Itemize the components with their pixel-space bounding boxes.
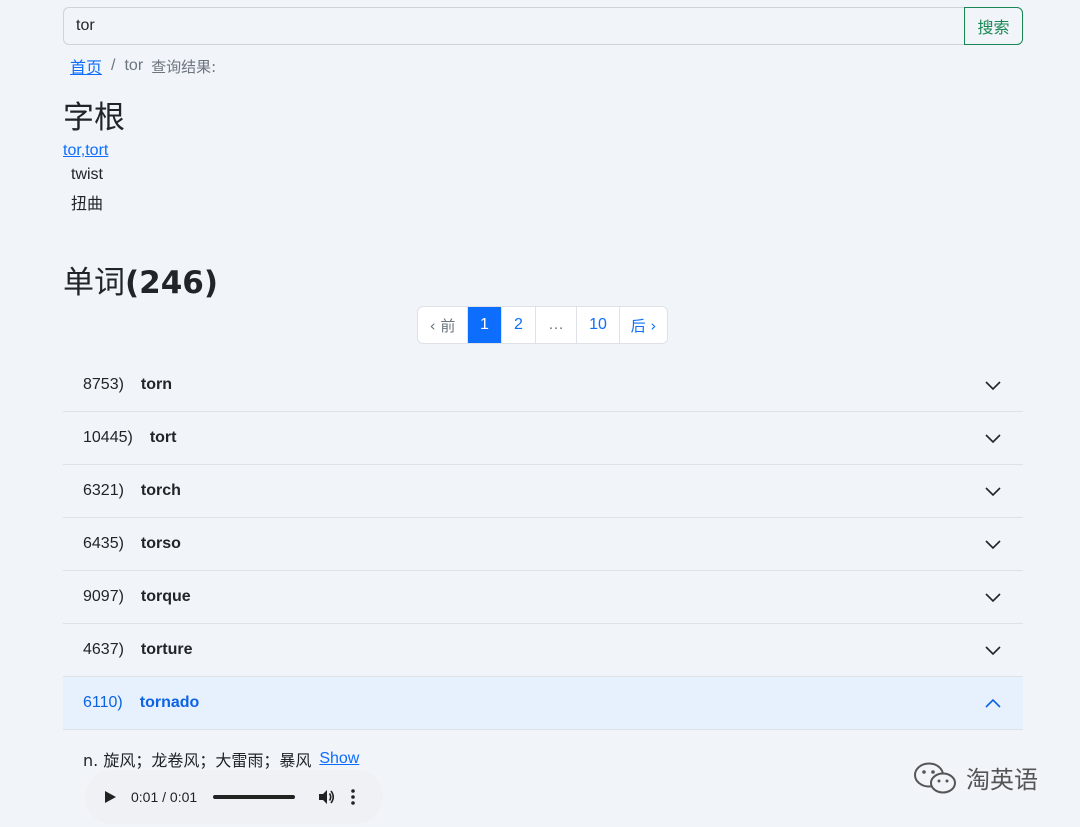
pagination-ellipsis: … [535,307,576,343]
words-heading-text: 单词 [63,265,125,301]
more-options-icon[interactable] [351,789,355,805]
search-button[interactable]: 搜索 [964,7,1023,45]
word-number: 9097) [83,588,124,605]
word-definition: n. 旋风；龙卷风；大雷雨；暴风 [83,751,312,770]
word-number: 10445) [83,429,133,446]
word-detail: n. 旋风；龙卷风；大雷雨；暴风 Show [83,747,359,771]
breadcrumb: 首页 / tor 查询结果: [70,55,216,77]
word-number: 6435) [83,535,124,552]
word-text: torso [140,535,181,552]
words-count: (246) [125,265,219,301]
chevron-up-icon[interactable] [985,696,1001,710]
watermark-text: 淘英语 [966,766,1038,794]
word-text: torn [140,376,173,393]
breadcrumb-query: tor [124,57,144,74]
pagination-prev[interactable]: ‹ 前 [418,307,467,343]
show-link[interactable]: Show [319,750,359,768]
search-input[interactable] [63,7,964,45]
word-text: torture [140,641,193,658]
chevron-down-icon[interactable] [985,537,1001,551]
audio-player: 0:01 / 0:01 [85,770,383,824]
pagination-page-10[interactable]: 10 [576,307,619,343]
root-meaning-en: twist [71,166,103,183]
chevron-down-icon[interactable] [985,484,1001,498]
chevron-down-icon[interactable] [985,590,1001,604]
search-bar: 搜索 [63,7,1023,45]
word-number: 6110) [83,694,123,711]
word-item-torch[interactable]: 6321) torch [63,465,1023,518]
root-meaning-zh: 扭曲 [71,194,104,213]
word-list: 8753) torn 10445) tort 6321) torch 6435)… [63,359,1023,730]
watermark: 淘英语 [912,760,1038,795]
word-item-torso[interactable]: 6435) torso [63,518,1023,571]
word-item-torque[interactable]: 9097) torque [63,571,1023,624]
breadcrumb-separator: / [111,57,116,74]
audio-progress-track[interactable] [213,795,296,799]
audio-time: 0:01 / 0:01 [131,789,198,805]
volume-icon[interactable] [317,788,335,806]
pagination-next[interactable]: 后 › [619,307,667,343]
word-text: torque [140,588,191,605]
pagination: ‹ 前 1 2 … 10 后 › [417,306,668,344]
breadcrumb-result-label: 查询结果: [151,57,217,76]
word-number: 4637) [83,641,124,658]
word-item-torture[interactable]: 4637) torture [63,624,1023,677]
word-item-torn[interactable]: 8753) torn [63,359,1023,412]
word-item-tort[interactable]: 10445) tort [63,412,1023,465]
words-heading: 单词(246) [63,257,218,302]
roots-heading: 字根 [63,100,125,136]
chevron-down-icon[interactable] [985,378,1001,392]
pagination-page-1[interactable]: 1 [467,307,501,343]
breadcrumb-home-link[interactable]: 首页 [70,54,102,78]
word-number: 6321) [83,482,124,499]
word-item-tornado[interactable]: 6110) tornado [63,677,1023,730]
chevron-down-icon[interactable] [985,643,1001,657]
chevron-down-icon[interactable] [985,431,1001,445]
word-number: 8753) [83,376,124,393]
word-text: torch [140,482,181,499]
play-icon[interactable] [103,790,117,804]
word-text: tornado [139,694,200,711]
pagination-page-2[interactable]: 2 [501,307,535,343]
root-link[interactable]: tor,tort [63,142,108,160]
word-text: tort [149,429,177,446]
wechat-icon [914,762,956,793]
